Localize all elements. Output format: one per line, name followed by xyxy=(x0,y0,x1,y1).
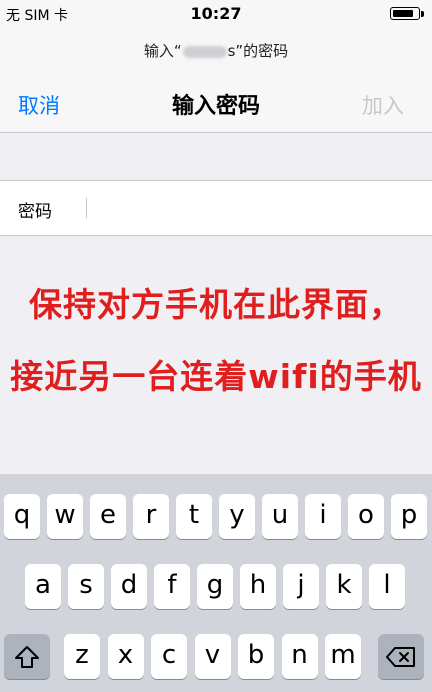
prompt-text-after: s”的密码 xyxy=(227,42,289,60)
backspace-icon xyxy=(386,646,415,667)
key-x[interactable]: x xyxy=(107,634,144,679)
password-input[interactable] xyxy=(86,191,410,225)
key-s[interactable]: s xyxy=(68,564,104,609)
key-t[interactable]: t xyxy=(176,494,212,539)
key-l[interactable]: l xyxy=(369,564,405,609)
navigation-bar: 输入“ s”的密码 取消 输入密码 加入 xyxy=(0,30,432,133)
overlay-instruction-line2: 接近另一台连着wifi的手机 xyxy=(10,357,422,396)
key-m[interactable]: m xyxy=(325,634,361,679)
password-prompt: 输入“ s”的密码 xyxy=(0,40,432,61)
key-k[interactable]: k xyxy=(326,564,362,609)
join-button[interactable]: 加入 xyxy=(362,90,404,120)
key-p[interactable]: p xyxy=(391,494,427,539)
key-y[interactable]: y xyxy=(219,494,255,539)
redacted-network-name xyxy=(182,45,227,58)
status-bar: 无 SIM 卡 10:27 xyxy=(0,0,432,30)
key-j[interactable]: j xyxy=(283,564,319,609)
key-e[interactable]: e xyxy=(90,494,126,539)
battery-fill xyxy=(393,10,413,17)
shift-arrow-icon xyxy=(15,645,39,668)
key-h[interactable]: h xyxy=(240,564,276,609)
shift-key[interactable] xyxy=(4,634,50,679)
key-u[interactable]: u xyxy=(262,494,298,539)
text-cursor xyxy=(86,198,87,218)
status-time: 10:27 xyxy=(190,4,242,23)
key-r[interactable]: r xyxy=(133,494,169,539)
battery-icon xyxy=(390,7,420,20)
key-g[interactable]: g xyxy=(197,564,233,609)
key-v[interactable]: v xyxy=(194,634,231,679)
key-b[interactable]: b xyxy=(238,634,274,679)
key-z[interactable]: z xyxy=(64,634,100,679)
prompt-text-before: 输入“ xyxy=(143,42,182,60)
key-f[interactable]: f xyxy=(154,564,190,609)
backspace-key[interactable] xyxy=(378,634,424,679)
key-i[interactable]: i xyxy=(305,494,341,539)
password-label: 密码 xyxy=(18,202,52,222)
overlay-instruction-line1: 保持对方手机在此界面， xyxy=(29,285,403,324)
password-row: 密码 xyxy=(0,180,432,236)
keyboard: qwertyuiop asdfghjkl zxcvbnm xyxy=(0,474,432,692)
key-n[interactable]: n xyxy=(281,634,318,679)
key-a[interactable]: a xyxy=(25,564,61,609)
battery-nub xyxy=(421,11,424,17)
key-o[interactable]: o xyxy=(348,494,384,539)
key-c[interactable]: c xyxy=(151,634,187,679)
key-w[interactable]: w xyxy=(47,494,83,539)
key-d[interactable]: d xyxy=(111,564,147,609)
key-q[interactable]: q xyxy=(4,494,40,539)
